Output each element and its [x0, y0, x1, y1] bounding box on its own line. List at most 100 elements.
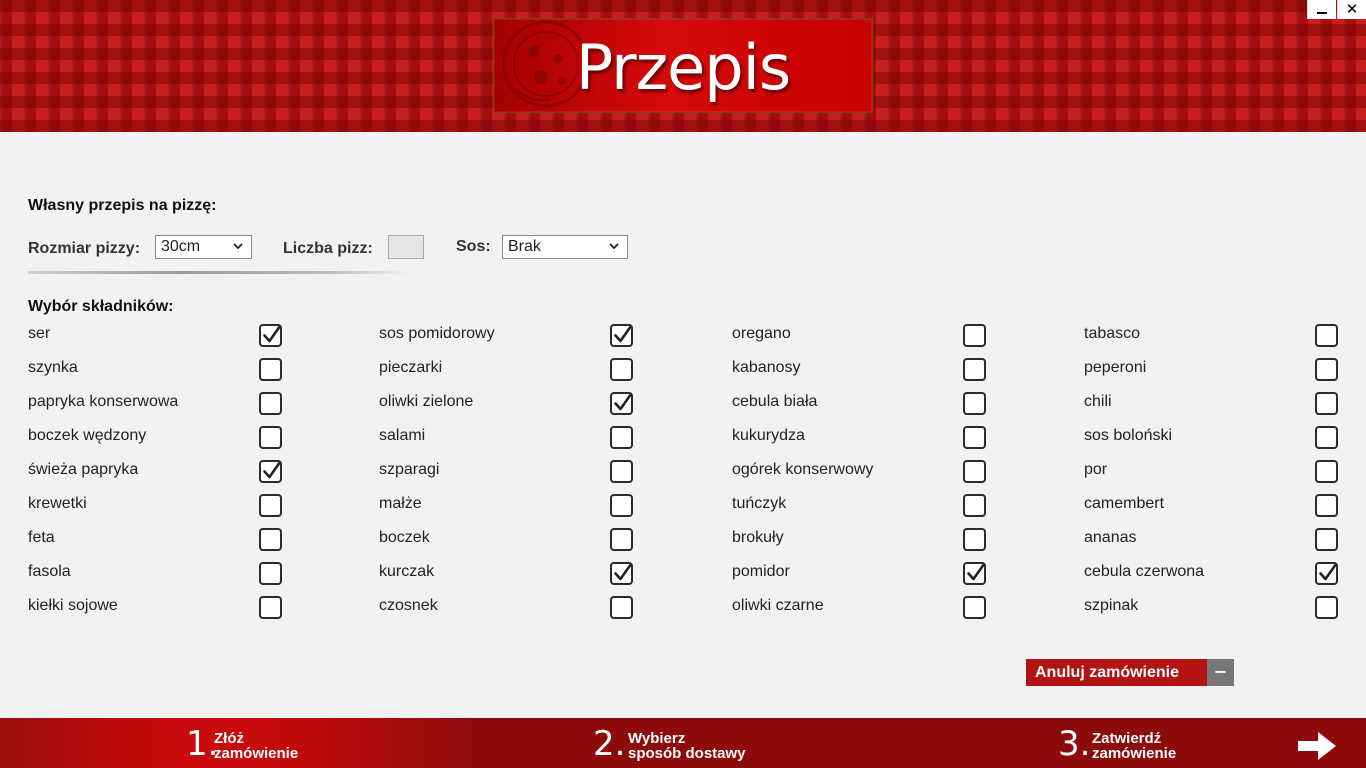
ingredient-checkbox[interactable] — [1315, 596, 1338, 619]
ingredient-label: peperoni — [1084, 359, 1147, 376]
ingredient-label: tabasco — [1084, 325, 1141, 342]
ingredient-checkbox[interactable] — [963, 392, 986, 415]
step-confirm-order[interactable]: 3. Zatwierdź zamówienie — [1058, 718, 1258, 768]
ingredient-checkbox[interactable] — [963, 460, 986, 483]
step-label-line1: Złóż — [214, 730, 244, 747]
checkmark-icon — [614, 394, 632, 411]
minus-icon: − — [1207, 659, 1234, 686]
ingredient-checkbox[interactable] — [1315, 528, 1338, 551]
ingredient-checkbox[interactable] — [963, 528, 986, 551]
ingredient-checkbox[interactable] — [610, 426, 633, 449]
arrow-right-icon[interactable] — [1296, 730, 1338, 762]
ingredient-label: sos pomidorowy — [379, 325, 495, 342]
close-icon: ✕ — [1345, 0, 1359, 18]
order-steps-bar: 1. Złóż zamówienie 2. Wybierz sposób dos… — [0, 718, 1366, 768]
ingredient-label: kukurydza — [732, 427, 805, 444]
checkmark-icon — [967, 564, 985, 581]
ingredient-checkbox[interactable] — [259, 460, 282, 483]
chevron-down-icon — [233, 243, 243, 250]
pizza-count-input[interactable] — [388, 235, 424, 259]
ingredient-label: szparagi — [379, 461, 440, 478]
ingredient-label: por — [1084, 461, 1108, 478]
checkmark-icon — [263, 462, 281, 479]
step-label-line1: Wybierz — [628, 730, 686, 747]
cancel-order-label: Anuluj zamówienie — [1035, 664, 1180, 681]
ingredient-checkbox[interactable] — [259, 324, 282, 347]
ingredient-label: salami — [379, 427, 426, 444]
ingredient-checkbox[interactable] — [259, 392, 282, 415]
pizza-size-select[interactable]: 30cm — [155, 235, 252, 259]
ingredient-checkbox[interactable] — [610, 528, 633, 551]
chevron-down-icon — [609, 243, 619, 250]
title-plaque: Przepis — [493, 18, 873, 113]
ingredient-label: szynka — [28, 359, 78, 376]
cancel-order-button[interactable]: Anuluj zamówienie − — [1026, 659, 1234, 686]
ingredient-label: oregano — [732, 325, 791, 342]
step-label-line2: sposób dostawy — [628, 745, 746, 762]
ingredient-label: małże — [379, 495, 422, 512]
ingredient-checkbox[interactable] — [963, 324, 986, 347]
pizza-size-value: 30cm — [161, 238, 201, 255]
ingredient-label: krewetki — [28, 495, 87, 512]
sauce-select[interactable]: Brak — [502, 235, 628, 259]
step-number: 3. — [1058, 724, 1091, 764]
ingredient-checkbox[interactable] — [610, 460, 633, 483]
ingredient-checkbox[interactable] — [1315, 392, 1338, 415]
ingredient-label: camembert — [1084, 495, 1165, 512]
ingredient-label: ser — [28, 325, 51, 342]
ingredient-checkbox[interactable] — [1315, 494, 1338, 517]
ingredient-label: sos boloński — [1084, 427, 1173, 444]
ingredient-checkbox[interactable] — [1315, 562, 1338, 585]
ingredient-checkbox[interactable] — [963, 358, 986, 381]
ingredient-checkbox[interactable] — [259, 426, 282, 449]
ingredient-label: oliwki czarne — [732, 597, 824, 614]
section-divider — [28, 271, 408, 274]
ingredient-label: papryka konserwowa — [28, 393, 179, 410]
ingredient-checkbox[interactable] — [610, 562, 633, 585]
ingredient-checkbox[interactable] — [610, 494, 633, 517]
sauce-label: Sos: — [456, 238, 491, 255]
step-place-order[interactable]: 1. Złóż zamówienie — [186, 718, 386, 768]
ingredient-checkbox[interactable] — [1315, 460, 1338, 483]
ingredient-checkbox[interactable] — [610, 324, 633, 347]
ingredient-checkbox[interactable] — [963, 596, 986, 619]
checkmark-icon — [263, 326, 281, 343]
ingredient-checkbox[interactable] — [1315, 324, 1338, 347]
ingredient-label: szpinak — [1084, 597, 1139, 614]
ingredient-label: kabanosy — [732, 359, 801, 376]
ingredient-checkbox[interactable] — [610, 596, 633, 619]
ingredient-label: czosnek — [379, 597, 438, 614]
step-label-line1: Zatwierdź — [1092, 730, 1162, 747]
ingredient-label: oliwki zielone — [379, 393, 474, 410]
ingredient-label: brokuły — [732, 529, 784, 546]
header-banner: Przepis — [0, 0, 1366, 132]
ingredient-checkbox[interactable] — [259, 562, 282, 585]
ingredient-checkbox[interactable] — [259, 528, 282, 551]
ingredient-checkbox[interactable] — [610, 358, 633, 381]
ingredient-checkbox[interactable] — [610, 392, 633, 415]
window-minimize-button[interactable] — [1307, 0, 1336, 19]
ingredient-checkbox[interactable] — [1315, 358, 1338, 381]
pizza-size-label: Rozmiar pizzy: — [28, 240, 141, 257]
ingredient-checkbox[interactable] — [1315, 426, 1338, 449]
ingredient-checkbox[interactable] — [259, 494, 282, 517]
ingredient-checkbox[interactable] — [963, 562, 986, 585]
ingredient-checkbox[interactable] — [259, 358, 282, 381]
window-close-button[interactable]: ✕ — [1337, 0, 1366, 19]
ingredient-label: ananas — [1084, 529, 1137, 546]
ingredient-label: pieczarki — [379, 359, 443, 376]
ingredients-title: Wybór składników: — [28, 298, 174, 315]
ingredient-label: fasola — [28, 563, 71, 580]
ingredient-label: kurczak — [379, 563, 435, 580]
checkmark-icon — [614, 326, 632, 343]
sauce-value: Brak — [508, 238, 541, 255]
ingredient-label: feta — [28, 529, 55, 546]
minimize-icon — [1317, 12, 1327, 14]
checkmark-icon — [614, 564, 632, 581]
ingredient-label: pomidor — [732, 563, 790, 580]
step-label-line2: zamówienie — [1092, 745, 1177, 762]
ingredient-checkbox[interactable] — [259, 596, 282, 619]
ingredient-checkbox[interactable] — [963, 494, 986, 517]
step-choose-delivery[interactable]: 2. Wybierz sposób dostawy — [593, 718, 813, 768]
ingredient-checkbox[interactable] — [963, 426, 986, 449]
